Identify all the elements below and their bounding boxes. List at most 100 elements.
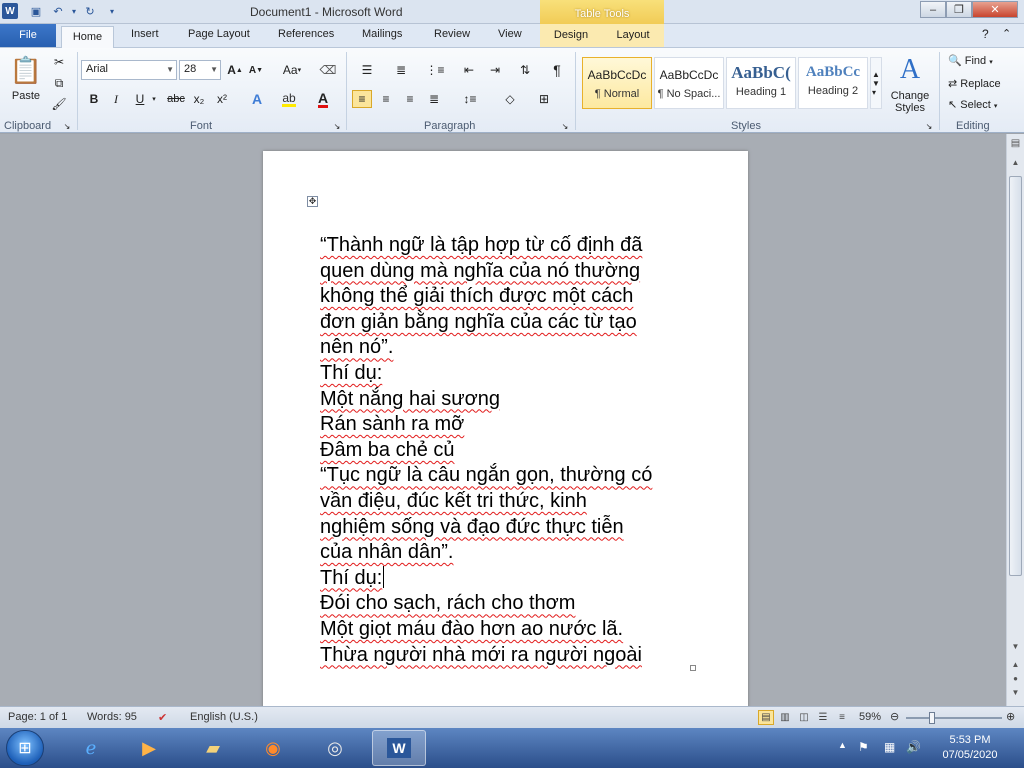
numbering-icon[interactable]: ≣ xyxy=(388,61,414,79)
paste-icon[interactable]: 📋 xyxy=(8,52,44,88)
chrome-icon[interactable]: ◎ xyxy=(308,730,362,766)
shrink-font-button[interactable]: A ▼ xyxy=(247,61,265,79)
ruler-toggle-icon[interactable]: ▤ xyxy=(1009,138,1022,152)
highlight-color-icon[interactable]: ab xyxy=(276,90,302,108)
italic-button[interactable]: I xyxy=(108,90,124,108)
document-line[interactable]: “Thành ngữ là tập hợp từ cố định đã xyxy=(320,233,700,259)
zoom-out-icon[interactable]: ⊖ xyxy=(890,710,899,723)
document-body[interactable]: “Thành ngữ là tập hợp từ cố định đã quen… xyxy=(320,233,700,668)
word-count[interactable]: Words: 95 xyxy=(87,711,137,723)
browse-object-icon[interactable]: ● xyxy=(1009,674,1022,688)
justify-icon[interactable]: ≣ xyxy=(424,90,444,108)
minimize-ribbon-icon[interactable]: ⌃ xyxy=(1002,27,1011,40)
maximize-button[interactable]: ❐ xyxy=(946,1,972,18)
align-right-icon[interactable]: ≡ xyxy=(400,90,420,108)
system-clock[interactable]: 5:53 PM 07/05/2020 xyxy=(930,733,1010,763)
internet-explorer-icon[interactable]: ℯ xyxy=(64,730,118,766)
tab-home[interactable]: Home xyxy=(61,26,114,48)
style-heading-1[interactable]: AaBbC( Heading 1 xyxy=(726,57,796,109)
change-styles-button[interactable]: Change Styles xyxy=(886,88,934,116)
close-button[interactable]: ✕ xyxy=(972,1,1018,18)
action-center-flag-icon[interactable]: ⚑ xyxy=(858,740,869,754)
style-no-spacing[interactable]: AaBbCcDc ¶ No Spaci... xyxy=(654,57,724,109)
previous-page-icon[interactable]: ▲ xyxy=(1009,660,1022,674)
styles-launcher-icon[interactable]: ↘ xyxy=(924,121,934,131)
undo-dropdown-icon[interactable]: ▾ xyxy=(66,3,82,19)
draft-view-icon[interactable]: ≡ xyxy=(834,710,850,725)
bold-button[interactable]: B xyxy=(86,90,102,108)
document-line-with-caret[interactable]: Thí dụ: xyxy=(320,565,700,592)
scroll-up-arrow-icon[interactable]: ▲ xyxy=(1009,158,1022,172)
tab-view[interactable]: View xyxy=(498,28,522,40)
increase-indent-icon[interactable]: ⇥ xyxy=(484,61,506,79)
styles-scroll-icon[interactable]: ▲ ▼ ▾ xyxy=(870,57,882,109)
zoom-level[interactable]: 59% xyxy=(859,711,881,723)
align-center-icon[interactable]: ≡ xyxy=(376,90,396,108)
clear-formatting-icon[interactable]: ⌫ xyxy=(318,61,338,79)
tab-mailings[interactable]: Mailings xyxy=(362,28,402,40)
table-resize-handle-icon[interactable] xyxy=(690,665,696,671)
tab-page-layout[interactable]: Page Layout xyxy=(188,28,250,40)
document-page[interactable]: ✥ “Thành ngữ là tập hợp từ cố định đã qu… xyxy=(263,151,748,706)
zoom-slider-thumb[interactable] xyxy=(929,712,936,724)
media-player-icon[interactable]: ▶ xyxy=(122,730,176,766)
font-size-combo[interactable]: 28 ▼ xyxy=(179,60,221,80)
shading-icon[interactable]: ◇ xyxy=(496,90,524,108)
firefox-icon[interactable]: ◉ xyxy=(246,730,300,766)
align-left-icon[interactable]: ≡ xyxy=(352,90,372,108)
document-line[interactable]: quen dùng mà nghĩa của nó thường xyxy=(320,259,700,285)
help-icon[interactable]: ? xyxy=(982,27,989,41)
document-line[interactable]: Thí dụ: xyxy=(320,361,700,387)
tab-review[interactable]: Review xyxy=(434,28,470,40)
paragraph-launcher-icon[interactable]: ↘ xyxy=(560,121,570,131)
select-button[interactable]: ↖ Select ▾ xyxy=(948,98,997,111)
document-area[interactable]: ✥ “Thành ngữ là tập hợp từ cố định đã qu… xyxy=(0,134,1006,706)
show-hidden-icons-icon[interactable]: ▲ xyxy=(838,740,847,750)
document-line[interactable]: của nhân dân”. xyxy=(320,540,700,566)
decrease-indent-icon[interactable]: ⇤ xyxy=(458,61,480,79)
font-color-icon[interactable]: A xyxy=(310,90,336,108)
word-logo-icon[interactable]: W xyxy=(2,3,18,19)
undo-icon[interactable]: ↶ xyxy=(50,3,66,19)
volume-icon[interactable]: 🔊 xyxy=(906,740,921,754)
cut-icon[interactable]: ✂ xyxy=(50,54,68,70)
copy-icon[interactable]: ⧉ xyxy=(50,75,68,91)
tab-references[interactable]: References xyxy=(278,28,334,40)
tab-file[interactable]: File xyxy=(0,24,56,47)
style-heading-2[interactable]: AaBbCc Heading 2 xyxy=(798,57,868,109)
multilevel-list-icon[interactable]: ⋮≡ xyxy=(422,61,448,79)
document-line[interactable]: nghiệm sống và đạo đức thực tiễn xyxy=(320,515,700,541)
document-line[interactable]: đơn giản bằng nghĩa của các từ tạo xyxy=(320,310,700,336)
change-styles-icon[interactable]: A xyxy=(892,54,928,86)
change-case-button[interactable]: Aa ▾ xyxy=(280,61,304,79)
scroll-down-arrow-icon[interactable]: ▼ xyxy=(1009,642,1022,656)
sort-icon[interactable]: ⇅ xyxy=(514,61,536,79)
document-line[interactable]: Đâm ba chẻ củ xyxy=(320,438,700,464)
document-line[interactable]: Thừa người nhà mới ra người ngoài xyxy=(320,643,700,669)
show-formatting-button[interactable]: ¶ xyxy=(546,61,568,79)
page-count[interactable]: Page: 1 of 1 xyxy=(8,711,67,723)
strikethrough-button[interactable]: abc xyxy=(164,90,188,108)
zoom-slider[interactable] xyxy=(906,712,1002,724)
web-layout-view-icon[interactable]: ◫ xyxy=(796,710,812,725)
bullets-icon[interactable]: ☰ xyxy=(354,61,380,79)
document-line[interactable]: Rán sành ra mỡ xyxy=(320,412,700,438)
paste-button[interactable]: Paste xyxy=(6,89,46,103)
font-name-combo[interactable]: Arial ▼ xyxy=(81,60,177,80)
style-normal[interactable]: AaBbCcDc ¶ Normal xyxy=(582,57,652,109)
print-layout-view-icon[interactable]: ▤ xyxy=(758,710,774,725)
document-line[interactable]: Một giọt máu đào hơn ao nước lã. xyxy=(320,617,700,643)
grow-font-button[interactable]: A ▲ xyxy=(226,61,244,79)
document-line[interactable]: Đói cho sạch, rách cho thơm xyxy=(320,591,700,617)
next-page-icon[interactable]: ▼ xyxy=(1009,688,1022,702)
subscript-button[interactable]: x₂ xyxy=(190,90,208,108)
document-line[interactable]: Một nắng hai sương xyxy=(320,387,700,413)
font-launcher-icon[interactable]: ↘ xyxy=(332,121,342,131)
tab-table-layout[interactable]: Layout xyxy=(602,24,664,47)
superscript-button[interactable]: x² xyxy=(213,90,231,108)
language-indicator[interactable]: English (U.S.) xyxy=(190,711,258,723)
underline-button[interactable]: U xyxy=(132,90,148,108)
outline-view-icon[interactable]: ☰ xyxy=(815,710,831,725)
zoom-in-icon[interactable]: ⊕ xyxy=(1006,710,1015,723)
word-taskbar-icon[interactable]: W xyxy=(372,730,426,766)
